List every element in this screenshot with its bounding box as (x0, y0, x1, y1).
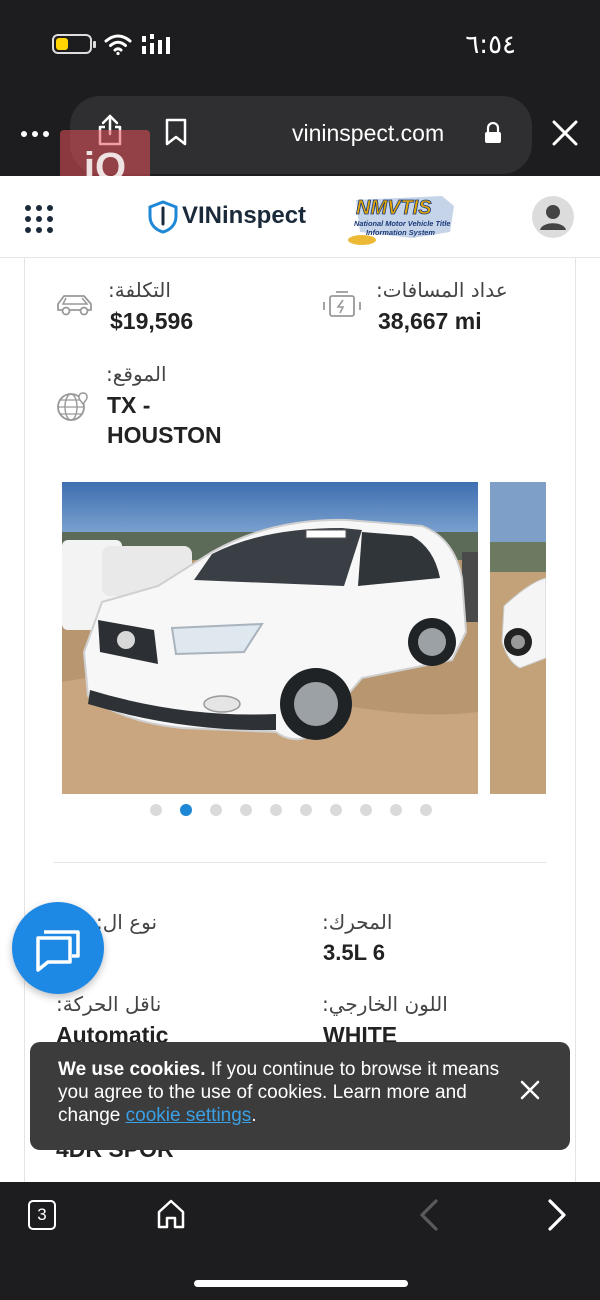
avatar[interactable] (532, 196, 574, 238)
chat-button[interactable] (12, 902, 104, 994)
svg-text:Information System: Information System (366, 228, 435, 237)
forward-icon[interactable] (544, 1198, 570, 1232)
gallery-dot[interactable] (420, 804, 432, 816)
url-text[interactable]: vininspect.com (292, 120, 444, 147)
globe-icon (57, 392, 88, 421)
vehicle-photo-next[interactable] (490, 482, 546, 794)
gallery-pagination (150, 804, 432, 818)
signal-icon (142, 34, 170, 54)
browser-bottom-bar: 3 (0, 1182, 600, 1300)
battery-icon (52, 34, 96, 54)
tabs-button[interactable]: 3 (28, 1200, 56, 1230)
grid-icon[interactable] (24, 204, 54, 234)
nmvtis-logo: NMVTIS National Motor Vehicle Title Info… (348, 196, 454, 245)
avatar-icon (540, 205, 566, 230)
gallery-dot[interactable] (270, 804, 282, 816)
status-bar: ٦:٥٤ (0, 0, 600, 90)
odometer-label: :عداد المسافات (376, 278, 508, 302)
close-icon[interactable] (550, 118, 580, 148)
gallery-dot[interactable] (150, 804, 162, 816)
gallery-dot[interactable] (240, 804, 252, 816)
engine-icon (323, 291, 361, 317)
svg-text:NMVTIS: NMVTIS (356, 197, 432, 219)
vehicle-photo[interactable] (62, 482, 478, 794)
location-value-line2: HOUSTON (107, 422, 222, 448)
gallery-dot[interactable] (330, 804, 342, 816)
chat-icon (36, 930, 80, 972)
cost-label: :التكلفة (108, 278, 171, 302)
home-indicator (194, 1280, 408, 1287)
car-icon (57, 295, 92, 316)
cost-value: $19,596 (110, 308, 194, 334)
browser-toolbar: vininspect.com iQ (0, 90, 600, 204)
gallery-dot[interactable] (210, 804, 222, 816)
shield-icon (148, 200, 178, 234)
brand-logo[interactable]: VINinspect (182, 202, 306, 230)
engine-value: 3.5L 6 (323, 940, 385, 965)
gallery-dot[interactable] (390, 804, 402, 816)
color-label: :اللون الخارجي (322, 992, 448, 1016)
location-value-line1: TX - (107, 392, 151, 418)
cookie-settings-link[interactable]: cookie settings (126, 1105, 252, 1126)
bookmark-icon[interactable] (164, 118, 188, 146)
cookie-title: We use cookies. (58, 1059, 206, 1080)
more-icon[interactable] (20, 122, 50, 146)
location-label: :الموقع (106, 362, 167, 386)
svg-text:National Motor Vehicle Title: National Motor Vehicle Title (354, 219, 451, 228)
cookie-close-icon[interactable] (520, 1080, 540, 1100)
gallery-dot-active[interactable] (180, 804, 192, 816)
wifi-icon (104, 34, 132, 56)
back-icon[interactable] (416, 1198, 442, 1232)
type-label: :نوع ال (96, 910, 158, 934)
cookie-text-end: . (251, 1105, 257, 1126)
engine-label: :المحرك (322, 910, 393, 934)
lock-icon (485, 122, 501, 143)
cookie-banner: We use cookies. If you continue to brows… (30, 1042, 570, 1150)
odometer-value: 38,667 mi (378, 308, 482, 334)
section-divider (54, 862, 546, 863)
transmission-label: :ناقل الحركة (56, 992, 162, 1016)
status-time: ٦:٥٤ (465, 30, 516, 60)
gallery-dot[interactable] (300, 804, 312, 816)
gallery-dot[interactable] (360, 804, 372, 816)
home-icon[interactable] (156, 1198, 186, 1230)
site-header: VINinspect NMVTIS National Motor Vehicle… (0, 176, 600, 258)
